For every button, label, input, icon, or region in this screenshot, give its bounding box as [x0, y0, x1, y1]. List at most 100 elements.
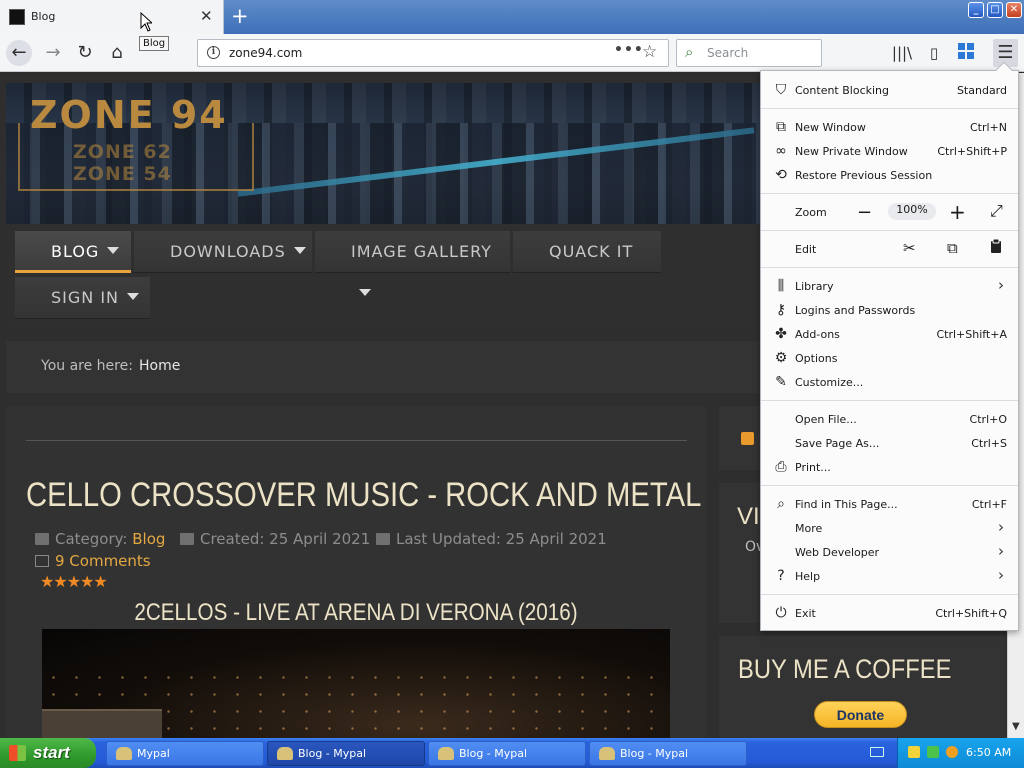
- created-date: Created: 25 April 2021: [200, 530, 371, 548]
- menu-open-file[interactable]: Open File... Ctrl+O: [761, 407, 1018, 431]
- menu-web-developer[interactable]: Web Developer ›: [761, 540, 1018, 564]
- copy-icon[interactable]: ⧉: [947, 239, 958, 257]
- search-placeholder: Search: [707, 46, 749, 60]
- library-icon[interactable]: |||\: [891, 42, 913, 64]
- zoom-reset-button[interactable]: 100%: [888, 203, 936, 220]
- article-title[interactable]: CELLO CROSSOVER MUSIC - ROCK AND METAL: [26, 476, 701, 515]
- taskbar-item[interactable]: Blog - Mypal: [428, 741, 586, 766]
- menu-item-quack-it[interactable]: QUACK IT: [513, 231, 661, 273]
- menu-logins[interactable]: ⚷ Logins and Passwords: [761, 298, 1018, 322]
- taskbar-item-label: Blog - Mypal: [459, 747, 528, 760]
- network-icon[interactable]: [927, 746, 939, 758]
- maximize-button[interactable]: □: [987, 2, 1003, 18]
- paste-icon[interactable]: [990, 238, 1002, 258]
- window-close-button[interactable]: ✕: [1006, 2, 1022, 18]
- rating-stars[interactable]: ★★★★★: [40, 572, 108, 591]
- taskbar-item-label: Blog - Mypal: [620, 747, 689, 760]
- scroll-down-icon[interactable]: ▼: [1012, 721, 1020, 732]
- taskbar-item[interactable]: Mypal: [106, 741, 264, 766]
- chevron-right-icon: ›: [998, 542, 1004, 560]
- extension-grid-icon[interactable]: [955, 42, 977, 64]
- back-button[interactable]: ←: [6, 40, 32, 66]
- tab-close-icon[interactable]: ✕: [200, 7, 213, 25]
- menu-save-page[interactable]: Save Page As... Ctrl+S: [761, 431, 1018, 455]
- options-label: Options: [795, 352, 838, 365]
- site-info-icon[interactable]: i: [207, 46, 220, 59]
- menu-separator: [761, 230, 1018, 231]
- taskbar-item[interactable]: Blog - Mypal: [267, 741, 425, 766]
- fullscreen-icon[interactable]: ⤢: [990, 201, 1003, 221]
- bookmark-star-icon[interactable]: ☆: [642, 42, 657, 62]
- menu-item-downloads[interactable]: DOWNLOADS: [134, 231, 312, 273]
- security-shield-icon[interactable]: [908, 746, 920, 758]
- reload-button[interactable]: ↻: [72, 40, 98, 66]
- search-icon: ⌕: [685, 43, 694, 61]
- menu-separator: [761, 594, 1018, 595]
- tab-title: Blog: [31, 10, 56, 23]
- tab-blog[interactable]: Blog ✕: [0, 0, 224, 34]
- search-input[interactable]: ⌕ Search: [676, 39, 822, 67]
- cut-icon[interactable]: ✂: [903, 239, 916, 257]
- menu-new-window[interactable]: ⧉ New Window Ctrl+N: [761, 115, 1018, 139]
- addons-label: Add-ons: [795, 328, 840, 341]
- open-file-label: Open File...: [795, 413, 857, 426]
- breadcrumb-home-link[interactable]: Home: [139, 358, 180, 374]
- find-shortcut: Ctrl+F: [971, 498, 1007, 511]
- menu-customize[interactable]: ✎ Customize...: [761, 370, 1018, 394]
- url-bar[interactable]: i zone94.com ••• ☆: [197, 39, 669, 67]
- menu-restore-session[interactable]: ⟲ Restore Previous Session: [761, 163, 1018, 187]
- menu-item-blog[interactable]: BLOG: [15, 231, 131, 273]
- menu-label: BLOG: [51, 242, 100, 261]
- menu-options[interactable]: ⚙ Options: [761, 346, 1018, 370]
- taskbar: start Mypal Blog - Mypal Blog - Mypal Bl…: [0, 738, 1024, 768]
- zoom-in-button[interactable]: +: [949, 200, 966, 224]
- new-tab-button[interactable]: +: [231, 4, 249, 28]
- clock: 6:50 AM: [966, 746, 1012, 759]
- category-link[interactable]: Blog: [132, 530, 165, 548]
- coffee-title: BUY ME A COFFEE: [738, 654, 952, 684]
- menu-item-image-gallery[interactable]: IMAGE GALLERY: [315, 231, 510, 296]
- menu-item-sign-in[interactable]: SIGN IN: [15, 277, 150, 319]
- minimize-button[interactable]: _: [968, 2, 984, 18]
- video-player[interactable]: [42, 629, 670, 738]
- donate-button[interactable]: Donate: [814, 701, 907, 728]
- url-text[interactable]: zone94.com: [229, 46, 302, 60]
- new-window-icon: ⧉: [776, 119, 786, 135]
- start-button[interactable]: start: [0, 738, 96, 768]
- menu-content-blocking[interactable]: ⛉ Content Blocking Standard: [761, 78, 1018, 102]
- private-mask-icon: ∞: [775, 143, 787, 159]
- article-category: Category: Blog: [35, 530, 165, 548]
- page-actions-icon[interactable]: •••: [614, 42, 644, 58]
- comments-link[interactable]: 9 Comments: [35, 552, 151, 570]
- start-label: start: [33, 743, 70, 762]
- menu-label: DOWNLOADS: [170, 242, 286, 261]
- menu-new-private-window[interactable]: ∞ New Private Window Ctrl+Shift+P: [761, 139, 1018, 163]
- menu-exit[interactable]: ⏻ Exit Ctrl+Shift+Q: [761, 601, 1018, 625]
- category-label: Category:: [55, 530, 128, 548]
- puzzle-icon: ✤: [775, 326, 787, 342]
- content-blocking-value: Standard: [956, 84, 1007, 97]
- breadcrumb-label: You are here:: [41, 358, 133, 374]
- menu-library[interactable]: ⫼ Library ›: [761, 274, 1018, 298]
- menu-more[interactable]: More ›: [761, 516, 1018, 540]
- menu-print[interactable]: ⎙ Print...: [761, 455, 1018, 479]
- forward-button[interactable]: →: [40, 40, 66, 66]
- menu-find[interactable]: ⌕ Find in This Page... Ctrl+F: [761, 492, 1018, 516]
- printer-icon: ⎙: [775, 459, 787, 475]
- shield-icon: ⛉: [775, 82, 787, 98]
- zoom-out-button[interactable]: −: [857, 202, 872, 223]
- comments-count[interactable]: 9 Comments: [55, 552, 151, 570]
- mypal-icon: [438, 747, 454, 760]
- taskbar-item[interactable]: Blog - Mypal: [589, 741, 747, 766]
- site-logo[interactable]: ZONE 94: [30, 93, 228, 137]
- home-button[interactable]: ⌂: [104, 40, 130, 66]
- menu-addons[interactable]: ✤ Add-ons Ctrl+Shift+A: [761, 322, 1018, 346]
- app-menu: ⛉ Content Blocking Standard ⧉ New Window…: [760, 61, 1019, 631]
- search-tray-icon[interactable]: [946, 746, 958, 758]
- keyboard-icon[interactable]: [870, 747, 884, 757]
- menu-help[interactable]: ? Help ›: [761, 564, 1018, 588]
- logo-subtitle-2: ZONE 54: [73, 163, 172, 185]
- rss-icon[interactable]: [741, 432, 754, 445]
- mypal-icon: [599, 747, 615, 760]
- sidebar-icon[interactable]: ▯: [923, 42, 945, 64]
